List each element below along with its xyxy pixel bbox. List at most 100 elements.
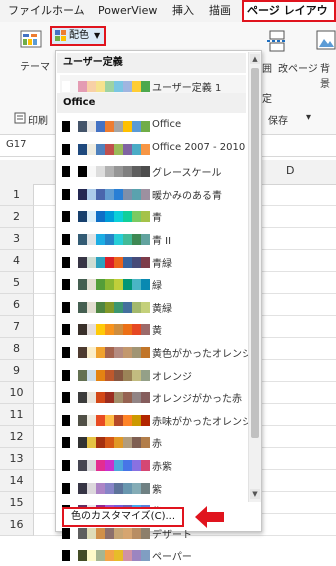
color-swatch (70, 166, 78, 178)
theme-name: 黄緑 (152, 303, 172, 315)
theme-row[interactable]: 赤味がかったオレンジ (60, 409, 252, 431)
scroll-up-icon[interactable]: ▲ (250, 54, 260, 64)
theme-row[interactable]: オレンジがかった赤 (60, 386, 246, 408)
color-swatch (96, 392, 105, 404)
theme-row[interactable]: 赤 (60, 431, 246, 453)
color-swatch (62, 482, 70, 494)
print-label[interactable]: 印刷 (28, 112, 48, 127)
row-header[interactable]: 6 (0, 294, 34, 316)
theme-row[interactable]: 赤紫 (60, 454, 246, 476)
tab-page-layout[interactable]: ページ レイアウト (242, 0, 336, 35)
color-swatch (114, 143, 123, 155)
color-swatch (87, 437, 96, 449)
color-swatch (62, 279, 70, 291)
theme-name: オレンジ (152, 371, 192, 383)
tab-powerview[interactable]: PowerView (98, 0, 157, 22)
color-swatch (87, 369, 96, 381)
theme-row[interactable]: 紫 (60, 477, 246, 499)
theme-label[interactable]: テーマ (20, 58, 50, 73)
row-header[interactable]: 11 (0, 404, 34, 426)
color-swatch (123, 369, 132, 381)
color-swatch (123, 279, 132, 291)
color-swatch (62, 81, 70, 92)
dropdown-scrollbar[interactable]: ▲ ▼ (248, 52, 261, 502)
color-swatch (114, 166, 123, 178)
color-swatch (132, 460, 141, 471)
color-swatch (70, 256, 78, 268)
color-swatch (123, 392, 132, 404)
theme-row[interactable]: Office (60, 115, 246, 137)
row-header[interactable]: 9 (0, 360, 34, 382)
color-swatches (62, 81, 150, 92)
color-swatch (105, 301, 114, 313)
chevron-down-icon[interactable]: ▾ (306, 112, 311, 123)
color-swatch (141, 482, 150, 494)
row-header[interactable]: 7 (0, 316, 34, 338)
theme-icon[interactable] (20, 30, 42, 57)
color-swatch (123, 460, 132, 471)
theme-row[interactable]: 青緑 (60, 251, 246, 273)
color-swatch (62, 166, 70, 178)
theme-row[interactable]: ペーパー (60, 544, 246, 566)
theme-row[interactable]: 青 II (60, 228, 246, 250)
color-swatch (70, 527, 78, 539)
theme-row[interactable]: 暖かみのある青 (60, 183, 246, 205)
column-header-d[interactable]: D (286, 164, 294, 177)
color-swatches (62, 188, 150, 200)
color-swatch (105, 392, 114, 404)
color-swatch (105, 482, 114, 494)
color-swatch (123, 527, 132, 539)
row-header[interactable]: 12 (0, 426, 34, 448)
row-header[interactable]: 3 (0, 228, 34, 250)
row-header[interactable]: 5 (0, 272, 34, 294)
color-swatch (96, 256, 105, 268)
row-header[interactable]: 15 (0, 492, 34, 514)
page-break-label[interactable]: 改ページ (278, 60, 318, 75)
row-header[interactable]: 8 (0, 338, 34, 360)
tab-file[interactable]: ファイル (8, 0, 52, 22)
color-swatch (141, 437, 150, 449)
row-header[interactable]: 16 (0, 514, 34, 536)
name-box[interactable]: G17 (6, 139, 26, 150)
row-header[interactable]: 2 (0, 206, 34, 228)
row-header[interactable]: 1 (0, 184, 34, 206)
color-swatch (62, 392, 70, 404)
row-header[interactable]: 10 (0, 382, 34, 404)
row-header[interactable]: 13 (0, 448, 34, 470)
save-label[interactable]: 保存 (268, 112, 288, 127)
tab-home[interactable]: ホーム (52, 0, 85, 22)
color-swatch (141, 121, 150, 132)
color-swatch (96, 460, 105, 471)
edge-label: 囲 (262, 64, 272, 75)
color-swatch (123, 234, 132, 245)
theme-row[interactable]: Office 2007 - 2010 (60, 138, 246, 160)
customize-colors-button[interactable]: 色のカスタマイズ(C)... (62, 507, 184, 527)
print-area-icon[interactable] (14, 112, 26, 127)
scroll-thumb[interactable] (251, 68, 259, 438)
page-break-icon[interactable] (266, 30, 288, 55)
background-icon[interactable] (316, 30, 336, 55)
tab-draw[interactable]: 描画 (209, 0, 231, 22)
theme-row[interactable]: 黄色がかったオレンジ (60, 341, 252, 363)
colors-button[interactable]: 配色 ▼ (50, 26, 106, 46)
theme-row[interactable]: 黄緑 (60, 296, 246, 318)
theme-row[interactable]: 青 (60, 205, 246, 227)
row-header[interactable]: 4 (0, 250, 34, 272)
color-swatch (70, 188, 78, 200)
theme-name: 赤紫 (152, 462, 172, 473)
row-header[interactable]: 14 (0, 470, 34, 492)
ribbon-tab-bar: ファイル ホーム PowerView 挿入 描画 ページ レイアウト (0, 0, 336, 35)
tab-insert[interactable]: 挿入 (172, 0, 194, 22)
section-label: 定 (262, 94, 272, 105)
color-swatches (62, 550, 150, 562)
background-label[interactable]: 背景 (320, 60, 336, 90)
color-swatch (114, 414, 123, 426)
color-swatches (62, 460, 150, 471)
color-swatch (96, 527, 105, 539)
theme-row[interactable]: オレンジ (60, 364, 246, 386)
theme-row[interactable]: 黄 (60, 318, 246, 340)
theme-row[interactable]: 緑 (60, 273, 246, 295)
theme-row[interactable]: グレースケール (60, 160, 246, 182)
color-swatch (132, 414, 141, 426)
scroll-down-icon[interactable]: ▼ (250, 489, 260, 499)
